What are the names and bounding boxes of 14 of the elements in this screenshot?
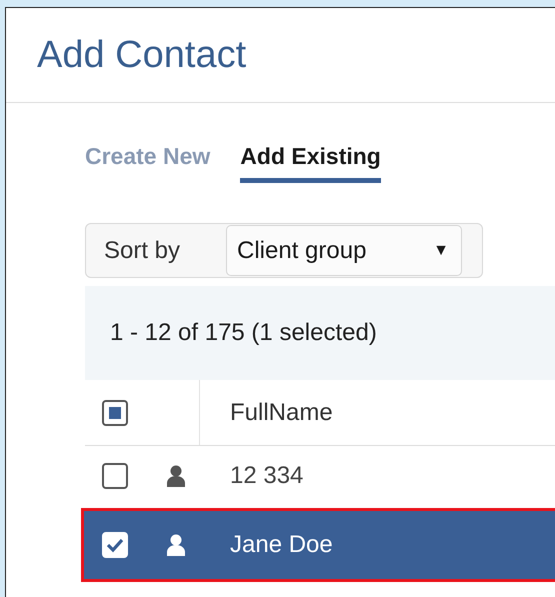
tab[interactable]: Add Existing (240, 139, 381, 183)
select-all-checkbox[interactable] (102, 400, 128, 426)
highlighted-row[interactable]: Jane Doe (81, 508, 555, 582)
sort-label: Sort by (103, 236, 182, 266)
record-count: 1 - 12 of 175 (1 selected) (85, 286, 555, 380)
full-name-cell-text: 12 334 (229, 462, 304, 490)
caret-icon: ▼ (433, 242, 449, 260)
column-header[interactable]: FullName (200, 380, 333, 445)
full-name-cell-text: Jane Doe (229, 531, 333, 559)
person-icon (166, 465, 186, 487)
row-checkbox[interactable] (102, 463, 128, 489)
dialog-title: Add Contact (37, 34, 246, 76)
person-icon (166, 534, 186, 556)
sort-dropdown[interactable]: Client group ▼ (226, 225, 462, 276)
